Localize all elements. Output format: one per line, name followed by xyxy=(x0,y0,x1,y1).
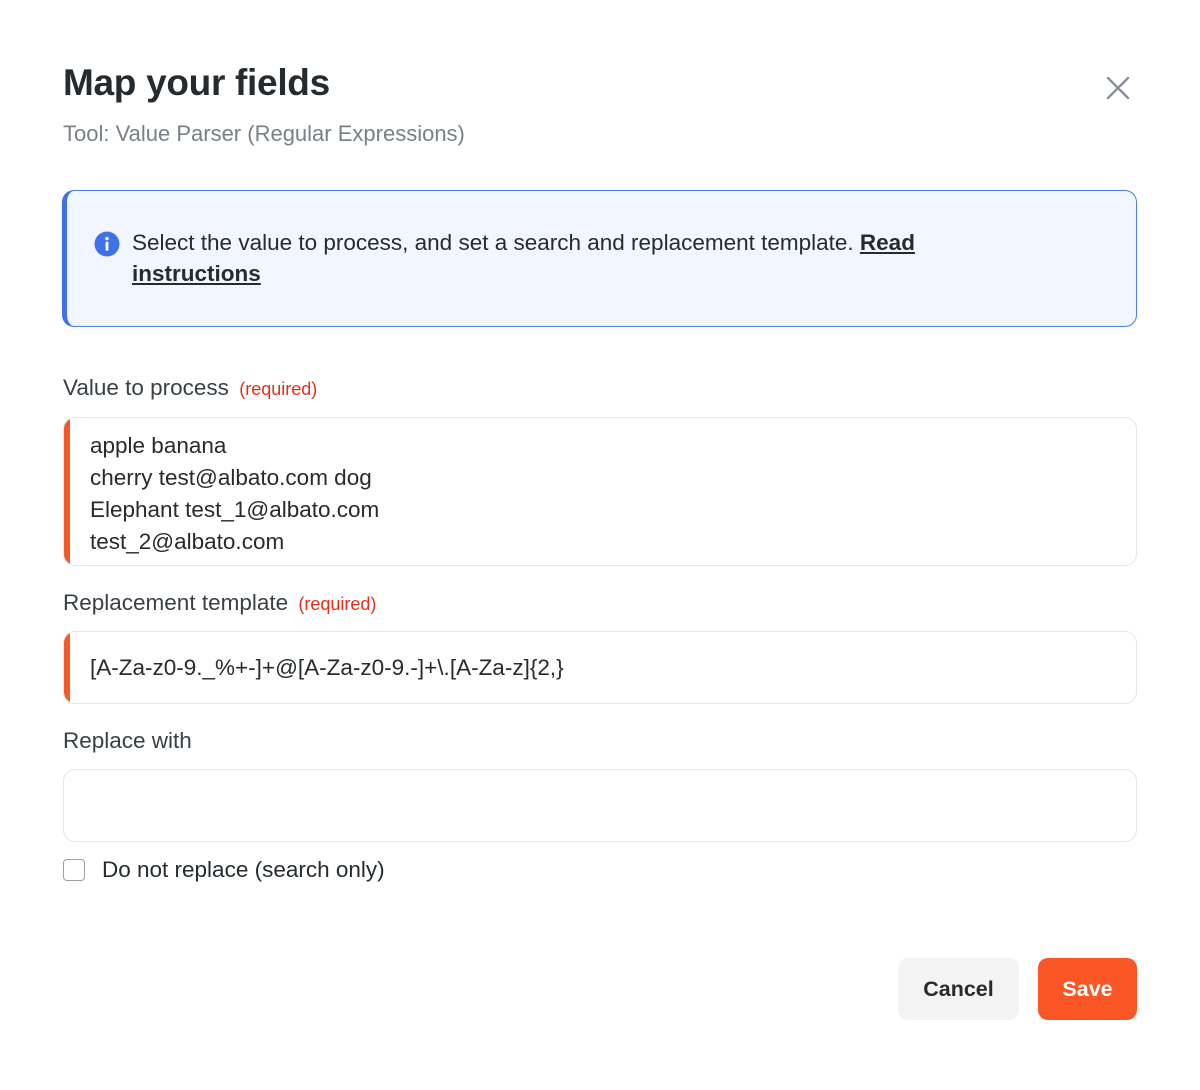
dialog-title: Map your fields xyxy=(63,62,330,103)
search-only-label[interactable]: Do not replace (search only) xyxy=(102,857,385,883)
value-line: test_2@albato.com xyxy=(90,529,285,554)
map-fields-dialog: Map your fields Tool: Value Parser (Regu… xyxy=(0,0,1200,1090)
dialog-subtitle: Tool: Value Parser (Regular Expressions) xyxy=(63,121,465,146)
required-marker: (required) xyxy=(298,594,377,614)
value-line: apple banana xyxy=(90,433,227,458)
replace-with-label: Replace with xyxy=(63,728,192,754)
value-line: Elephant test_1@albato.com xyxy=(90,497,380,522)
replacement-template-label-text: Replacement template xyxy=(63,590,289,615)
required-marker: (required) xyxy=(239,379,318,399)
info-banner: Select the value to process, and set a s… xyxy=(62,190,1137,327)
info-message: Select the value to process, and set a s… xyxy=(132,230,860,255)
info-text: Select the value to process, and set a s… xyxy=(132,227,1032,289)
search-only-option[interactable]: Do not replace (search only) xyxy=(63,856,385,884)
value-to-process-textarea[interactable]: apple banana cherry test@albato.com dog … xyxy=(63,417,1137,566)
value-to-process-label-text: Value to process xyxy=(63,375,229,400)
cancel-button[interactable]: Cancel xyxy=(898,958,1019,1020)
info-icon xyxy=(94,231,120,257)
value-line: cherry test@albato.com dog xyxy=(90,465,372,490)
replacement-template-label: Replacement template (required) xyxy=(63,590,376,616)
close-button[interactable] xyxy=(1100,70,1136,106)
value-to-process-label: Value to process (required) xyxy=(63,375,317,401)
replace-with-input[interactable] xyxy=(63,769,1137,842)
close-icon xyxy=(1106,76,1130,100)
value-to-process-content: apple banana cherry test@albato.com dog … xyxy=(90,430,379,558)
replace-with-label-text: Replace with xyxy=(63,728,192,753)
replacement-template-value: [A-Za-z0-9._%+-]+@[A-Za-z0-9.-]+\.[A-Za-… xyxy=(90,655,564,680)
search-only-checkbox[interactable] xyxy=(63,859,85,881)
save-button[interactable]: Save xyxy=(1038,958,1137,1020)
replacement-template-input[interactable]: [A-Za-z0-9._%+-]+@[A-Za-z0-9.-]+\.[A-Za-… xyxy=(63,631,1137,704)
